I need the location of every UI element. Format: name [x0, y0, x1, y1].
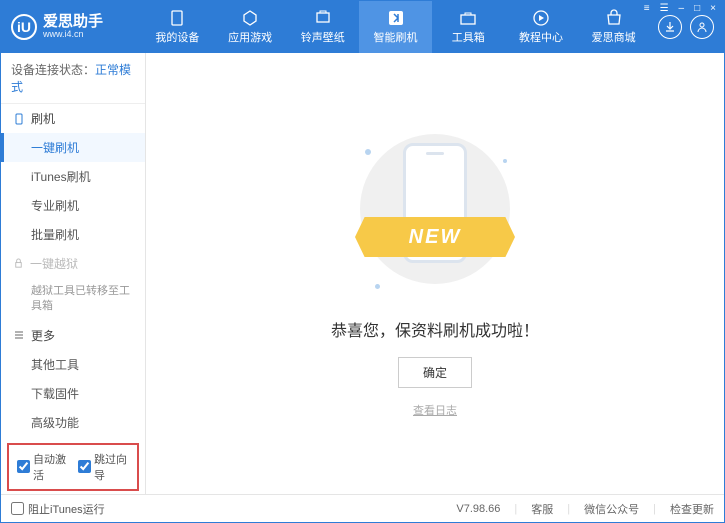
store-icon	[605, 9, 623, 27]
sidebar-flash-item[interactable]: 专业刷机	[1, 191, 145, 220]
new-ribbon: NEW	[355, 217, 515, 257]
main-nav: 我的设备 应用游戏 铃声壁纸 智能刷机 工具箱 教程中心 爱思商城	[141, 1, 650, 53]
sidebar-more-item[interactable]: 下载固件	[1, 379, 145, 408]
minimize-button[interactable]: –	[677, 3, 687, 14]
options-highlight-box: 自动激活跳过向导	[7, 443, 139, 491]
app-url: www.i4.cn	[43, 30, 103, 40]
sidebar-flash-item[interactable]: iTunes刷机	[1, 162, 145, 191]
nav-label: 铃声壁纸	[301, 29, 345, 45]
menu-icon[interactable]: ≡	[642, 3, 652, 14]
checkbox-input[interactable]	[17, 460, 30, 473]
sidebar-flash-header[interactable]: 刷机	[1, 104, 145, 133]
nav-ringtone[interactable]: 铃声壁纸	[286, 1, 359, 53]
user-icon[interactable]	[690, 15, 714, 39]
titlebar: iU 爱思助手 www.i4.cn 我的设备 应用游戏 铃声壁纸 智能刷机 工具箱 教程中…	[1, 1, 724, 53]
block-itunes-input[interactable]	[11, 502, 24, 515]
jailbreak-note: 越狱工具已转移至工具箱	[1, 278, 145, 321]
nav-device[interactable]: 我的设备	[141, 1, 214, 53]
device-icon	[168, 9, 186, 27]
tutorial-icon	[532, 9, 550, 27]
wechat-link[interactable]: 微信公众号	[584, 501, 639, 517]
ok-button[interactable]: 确定	[398, 357, 472, 388]
nav-flash[interactable]: 智能刷机	[359, 1, 432, 53]
nav-tutorial[interactable]: 教程中心	[505, 1, 578, 53]
user-area	[658, 15, 714, 39]
nav-label: 应用游戏	[228, 29, 272, 45]
block-itunes-checkbox[interactable]: 阻止iTunes运行	[11, 501, 105, 517]
nav-label: 教程中心	[519, 29, 563, 45]
nav-apps[interactable]: 应用游戏	[214, 1, 287, 53]
skin-icon[interactable]: ☰	[658, 3, 671, 14]
nav-label: 我的设备	[155, 29, 199, 45]
statusbar: 阻止iTunes运行 V7.98.66 | 客服 | 微信公众号 | 检查更新	[1, 494, 724, 522]
nav-label: 爱思商城	[592, 29, 636, 45]
customer-service-link[interactable]: 客服	[531, 501, 553, 517]
ringtone-icon	[314, 9, 332, 27]
connection-status: 设备连接状态：正常模式	[1, 53, 145, 104]
sidebar-more-item[interactable]: 高级功能	[1, 408, 145, 437]
view-log-link[interactable]: 查看日志	[413, 402, 457, 418]
phone-icon	[13, 113, 25, 125]
sidebar-flash-item[interactable]: 批量刷机	[1, 220, 145, 249]
body: 设备连接状态：正常模式 刷机 一键刷机iTunes刷机专业刷机批量刷机 一键越狱…	[1, 53, 724, 494]
main-content: NEW 恭喜您，保资料刷机成功啦！ 确定 查看日志	[146, 53, 724, 494]
success-message: 恭喜您，保资料刷机成功啦！	[331, 317, 539, 341]
check-update-link[interactable]: 检查更新	[670, 501, 714, 517]
window-controls: ≡ ☰ – □ ×	[642, 3, 718, 14]
sidebar-flash-item[interactable]: 一键刷机	[1, 133, 145, 162]
nav-label: 智能刷机	[374, 29, 418, 45]
sidebar-more-item[interactable]: 其他工具	[1, 350, 145, 379]
list-icon	[13, 329, 25, 341]
status-label: 设备连接状态：	[11, 63, 95, 77]
checkbox-input[interactable]	[78, 460, 91, 473]
apps-icon	[241, 9, 259, 27]
app-title: 爱思助手	[43, 14, 103, 31]
flash-icon	[387, 9, 405, 27]
nav-toolbox[interactable]: 工具箱	[432, 1, 505, 53]
app-logo: iU 爱思助手 www.i4.cn	[11, 14, 141, 40]
option-checkbox[interactable]: 自动激活	[17, 451, 68, 483]
sidebar: 设备连接状态：正常模式 刷机 一键刷机iTunes刷机专业刷机批量刷机 一键越狱…	[1, 53, 146, 494]
version-label: V7.98.66	[456, 503, 500, 515]
success-illustration: NEW	[345, 129, 525, 299]
option-checkbox[interactable]: 跳过向导	[78, 451, 129, 483]
sidebar-more-header[interactable]: 更多	[1, 321, 145, 350]
nav-label: 工具箱	[452, 29, 485, 45]
lock-icon	[13, 258, 24, 269]
app-window: ≡ ☰ – □ × iU 爱思助手 www.i4.cn 我的设备 应用游戏 铃声壁纸…	[0, 0, 725, 523]
logo-icon: iU	[11, 14, 37, 40]
download-icon[interactable]	[658, 15, 682, 39]
close-button[interactable]: ×	[708, 3, 718, 14]
toolbox-icon	[459, 9, 477, 27]
nav-store[interactable]: 爱思商城	[577, 1, 650, 53]
maximize-button[interactable]: □	[692, 3, 702, 14]
sidebar-jailbreak-header: 一键越狱	[1, 249, 145, 278]
